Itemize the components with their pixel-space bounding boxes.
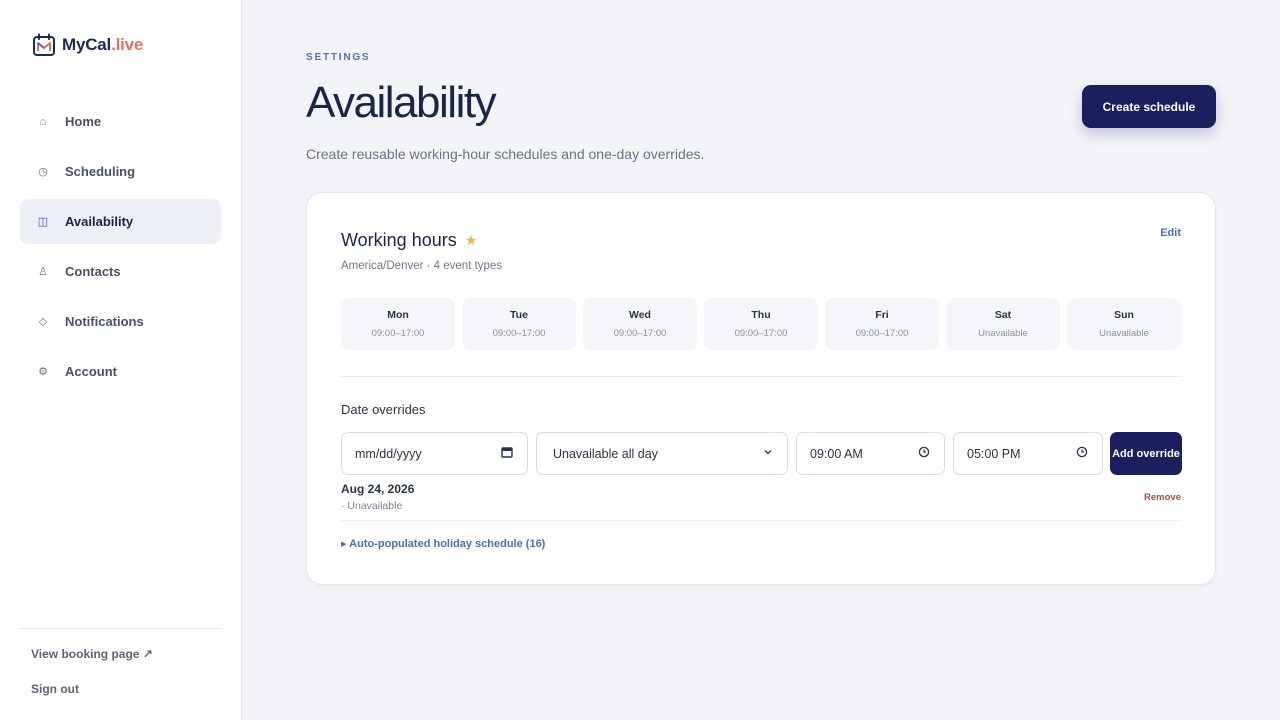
clock-icon: ◷ xyxy=(38,166,48,178)
day-tile: Tue 09:00–17:00 xyxy=(462,298,576,350)
day-hours: 09:00–17:00 xyxy=(492,328,546,339)
diamond-icon: ◇ xyxy=(38,316,48,328)
sidebar-item-availability[interactable]: ◫ Availability xyxy=(20,199,221,244)
calendar-logo-icon xyxy=(33,33,55,56)
end-time-value: 05:00 PM xyxy=(967,446,1021,461)
page-title: Availability xyxy=(306,78,497,127)
day-hours: Unavailable xyxy=(1099,328,1149,339)
day-name: Sat xyxy=(994,309,1012,321)
sidebar-item-label: Contacts xyxy=(65,264,121,279)
columns-icon: ◫ xyxy=(37,216,49,228)
day-hours: 09:00–17:00 xyxy=(613,328,667,339)
brand-name: MyCal.live xyxy=(62,35,143,55)
start-time-value: 09:00 AM xyxy=(810,446,863,461)
create-schedule-button[interactable]: Create schedule xyxy=(1082,85,1216,128)
override-start-time-input[interactable]: 09:00 AM xyxy=(796,432,945,475)
person-icon: ♙ xyxy=(38,266,48,278)
day-tile: Fri 09:00–17:00 xyxy=(825,298,939,350)
brand-name-main: MyCal xyxy=(62,35,112,54)
day-name: Thu xyxy=(751,309,771,321)
sidebar-item-scheduling[interactable]: ◷ Scheduling xyxy=(20,149,221,194)
day-hours: 09:00–17:00 xyxy=(855,328,909,339)
sidebar-item-label: Notifications xyxy=(65,314,144,329)
day-name: Sun xyxy=(1114,309,1134,321)
sidebar-item-label: Home xyxy=(65,114,102,129)
brand-name-suffix: .live xyxy=(111,35,144,54)
weekday-hours: Mon 09:00–17:00 Tue 09:00–17:00 Wed 09:00–1… xyxy=(341,298,1182,350)
schedule-title-row: Working hours ★ xyxy=(341,230,477,251)
edit-schedule-link[interactable]: Edit xyxy=(1160,227,1181,239)
chevron-down-icon xyxy=(763,447,773,460)
page-eyebrow: SETTINGS xyxy=(306,52,371,63)
date-input-value: mm/dd/yyyy xyxy=(355,446,422,461)
day-name: Wed xyxy=(629,309,651,321)
schedule-title: Working hours xyxy=(341,230,457,250)
override-end-time-input[interactable]: 05:00 PM xyxy=(953,432,1103,475)
sign-out-link[interactable]: Sign out xyxy=(31,682,79,696)
day-hours: 09:00–17:00 xyxy=(371,328,425,339)
sidebar-item-label: Scheduling xyxy=(65,164,136,179)
override-divider xyxy=(341,520,1182,521)
schedule-meta: America/Denver · 4 event types xyxy=(341,260,503,272)
sidebar-nav: ⌂ Home ◷ Scheduling ◫ Availability ♙ Con… xyxy=(20,99,221,399)
brand-logo[interactable]: MyCal.live xyxy=(32,32,143,58)
star-icon: ★ xyxy=(464,232,478,248)
add-override-button[interactable]: Add override xyxy=(1110,432,1182,475)
holiday-schedule-toggle[interactable]: ▸ Auto-populated holiday schedule (16) xyxy=(341,537,545,550)
day-name: Mon xyxy=(387,309,409,321)
day-hours: Unavailable xyxy=(978,328,1028,339)
day-tile: Sat Unavailable xyxy=(946,298,1060,350)
schedule-card: Working hours ★ America/Denver · 4 event… xyxy=(306,192,1216,585)
sidebar-item-account[interactable]: ⚙ Account xyxy=(20,349,221,394)
override-status: · Unavailable xyxy=(341,500,403,512)
gear-icon: ⚙ xyxy=(38,366,48,378)
sidebar-item-contacts[interactable]: ♙ Contacts xyxy=(20,249,221,294)
date-overrides-heading: Date overrides xyxy=(341,402,426,417)
view-booking-page-link[interactable]: View booking page ↗ xyxy=(31,647,153,661)
day-tile: Wed 09:00–17:00 xyxy=(583,298,697,350)
day-hours: 09:00–17:00 xyxy=(734,328,788,339)
override-date: Aug 24, 2026 xyxy=(341,482,415,496)
remove-override-button[interactable]: Remove xyxy=(1144,492,1181,503)
override-date-input[interactable]: mm/dd/yyyy xyxy=(341,432,528,475)
day-tile: Thu 09:00–17:00 xyxy=(704,298,818,350)
sidebar-divider xyxy=(20,628,221,629)
day-tile: Mon 09:00–17:00 xyxy=(341,298,455,350)
card-divider xyxy=(341,376,1182,377)
sidebar-item-home[interactable]: ⌂ Home xyxy=(20,99,221,144)
sidebar-item-notifications[interactable]: ◇ Notifications xyxy=(20,299,221,344)
select-value: Unavailable all day xyxy=(553,446,658,461)
override-type-select[interactable]: Unavailable all day xyxy=(536,432,788,475)
day-tile: Sun Unavailable xyxy=(1067,298,1181,350)
calendar-icon[interactable] xyxy=(501,446,513,461)
home-icon: ⌂ xyxy=(39,115,47,128)
day-name: Tue xyxy=(510,309,528,321)
clock-icon[interactable] xyxy=(918,446,930,461)
sidebar-item-label: Account xyxy=(65,364,117,379)
sidebar-item-label: Availability xyxy=(65,214,134,229)
page-subtitle: Create reusable working-hour schedules a… xyxy=(306,146,705,162)
sidebar: MyCal.live ⌂ Home ◷ Scheduling ◫ Availab… xyxy=(0,0,242,720)
day-name: Fri xyxy=(875,309,889,321)
clock-icon[interactable] xyxy=(1076,446,1088,461)
